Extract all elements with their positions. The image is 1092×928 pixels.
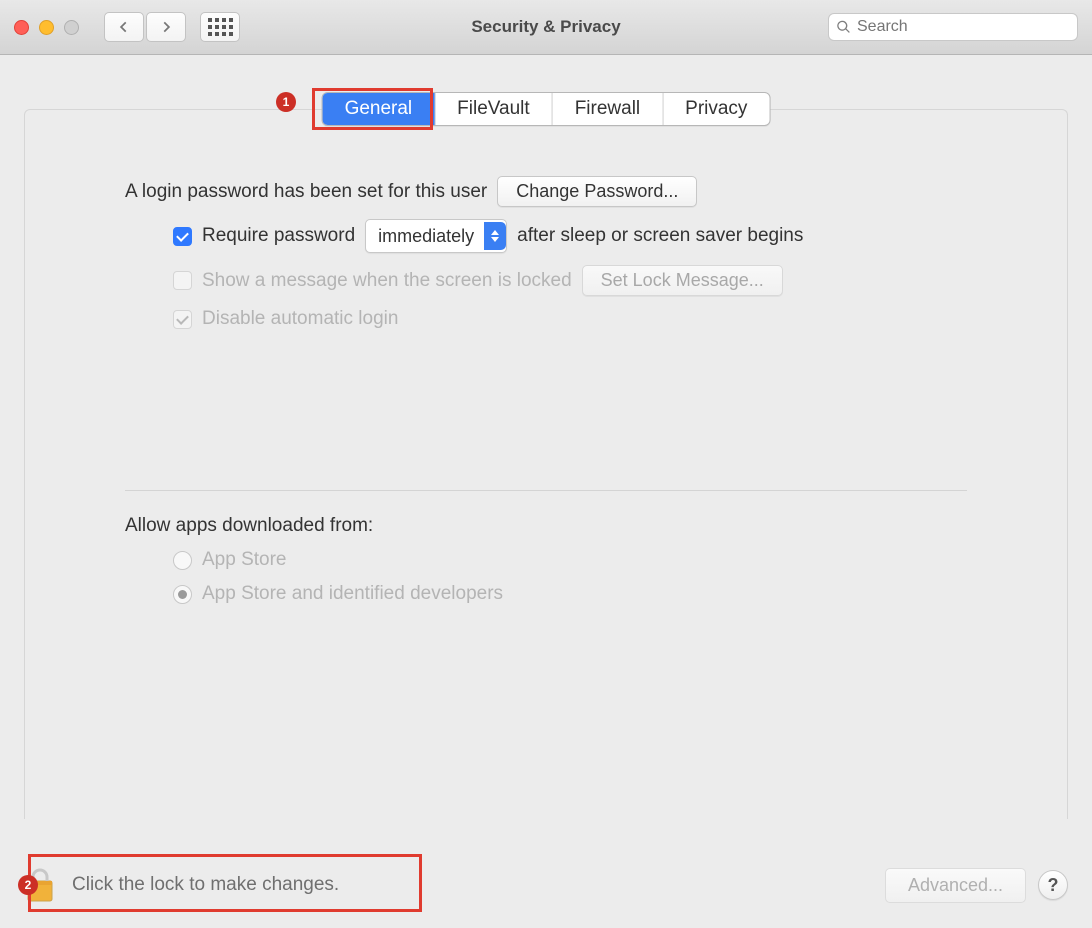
disable-auto-login-checkbox [173, 310, 192, 329]
lock-message: Click the lock to make changes. [72, 874, 339, 896]
set-lock-message-button: Set Lock Message... [582, 265, 783, 296]
window-title: Security & Privacy [471, 17, 620, 37]
minimize-window-button[interactable] [39, 20, 54, 35]
nav-controls [104, 12, 240, 42]
lock-icon[interactable] [24, 867, 56, 903]
search-input[interactable] [828, 13, 1078, 41]
window-controls [14, 20, 79, 35]
require-password-label: Require password [202, 225, 355, 247]
allow-apps-header: Allow apps downloaded from: [125, 515, 373, 537]
require-password-suffix: after sleep or screen saver begins [517, 225, 803, 247]
back-button[interactable] [104, 12, 144, 42]
popup-value: immediately [378, 226, 474, 247]
password-set-label: A login password has been set for this u… [125, 181, 487, 203]
show-lock-message-checkbox [173, 271, 192, 290]
divider [125, 490, 967, 491]
show-lock-message-label: Show a message when the screen is locked [202, 270, 572, 292]
grid-icon [208, 18, 233, 36]
tabbar: General FileVault Firewall Privacy [322, 92, 771, 126]
preference-pane: General FileVault Firewall Privacy A log… [24, 109, 1068, 819]
tab-firewall[interactable]: Firewall [553, 93, 663, 125]
change-password-button[interactable]: Change Password... [497, 176, 697, 207]
radio-identified-developers [173, 585, 192, 604]
search-icon [836, 20, 851, 35]
close-window-button[interactable] [14, 20, 29, 35]
radio-identified-label: App Store and identified developers [202, 583, 503, 605]
general-content: A login password has been set for this u… [25, 156, 1067, 605]
forward-button[interactable] [146, 12, 186, 42]
show-all-button[interactable] [200, 12, 240, 42]
require-password-checkbox[interactable] [173, 227, 192, 246]
advanced-button: Advanced... [885, 868, 1026, 903]
radio-app-store-label: App Store [202, 549, 287, 571]
tab-general[interactable]: General [323, 93, 436, 125]
chevron-up-down-icon [484, 222, 506, 250]
bottom-bar: Click the lock to make changes. Advanced… [0, 858, 1092, 912]
require-password-delay-popup[interactable]: immediately [365, 219, 507, 253]
tab-privacy[interactable]: Privacy [663, 93, 769, 125]
zoom-window-button [64, 20, 79, 35]
titlebar: Security & Privacy [0, 0, 1092, 55]
disable-auto-login-label: Disable automatic login [202, 308, 398, 330]
tab-filevault[interactable]: FileVault [435, 93, 553, 125]
search-wrap [828, 13, 1078, 41]
radio-app-store [173, 551, 192, 570]
help-button[interactable]: ? [1038, 870, 1068, 900]
